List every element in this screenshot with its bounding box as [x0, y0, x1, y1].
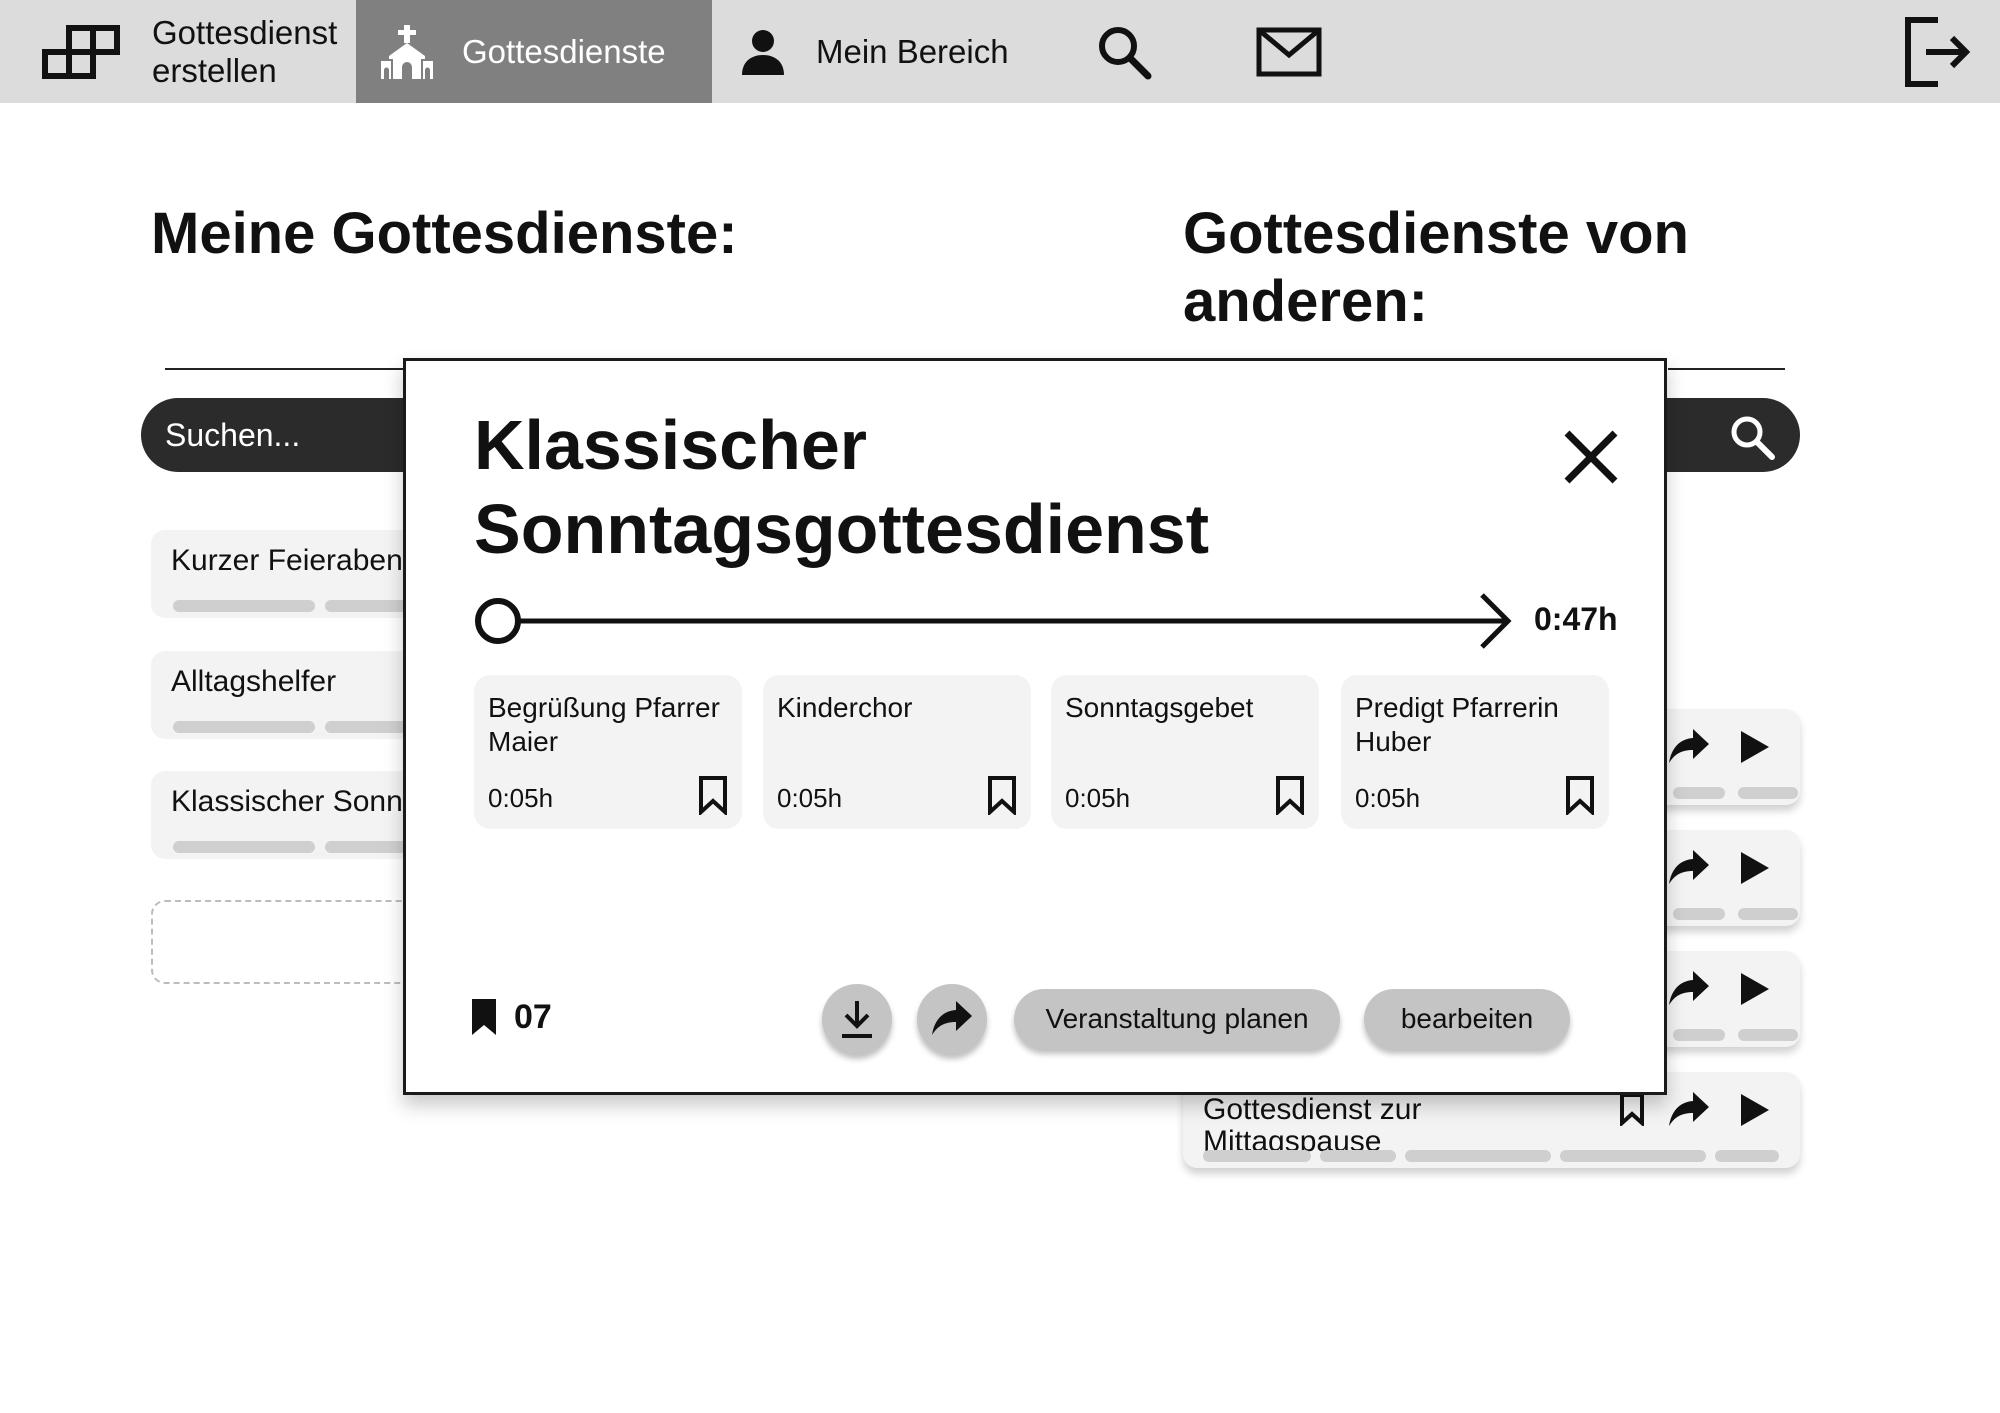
bookmark-count-value: 07 — [514, 997, 552, 1036]
service-part-card[interactable]: Kinderchor 0:05h — [763, 675, 1031, 829]
nav-create-label: Gottesdienst erstellen — [152, 14, 337, 90]
share-icon[interactable] — [1667, 1090, 1711, 1130]
logout-button[interactable] — [1900, 0, 1976, 103]
tag-placeholder — [1738, 908, 1798, 920]
bookmark-icon[interactable] — [698, 775, 728, 815]
top-navigation: Gottesdienst erstellen Gottesdienste Mei… — [0, 0, 2000, 103]
bookmark-filled-icon — [470, 997, 498, 1037]
bookmark-icon[interactable] — [1565, 775, 1595, 815]
play-icon[interactable] — [1739, 850, 1771, 886]
service-part-card[interactable]: Predigt Pfarrerin Huber 0:05h — [1341, 675, 1609, 829]
part-name: Sonntagsgebet — [1065, 692, 1254, 723]
nav-messages[interactable] — [1256, 0, 1322, 103]
tag-placeholder — [173, 841, 315, 853]
church-icon — [378, 23, 436, 81]
nav-create-label-line2: erstellen — [152, 51, 277, 89]
share-button[interactable] — [917, 984, 987, 1054]
nav-services-active[interactable]: Gottesdienste — [356, 0, 712, 103]
tag-placeholder — [1738, 787, 1798, 799]
my-services-title: Meine Gottesdienste: — [151, 201, 738, 266]
modal-title: Klassischer Sonntagsgottesdienst — [474, 406, 1210, 568]
tag-placeholder — [173, 721, 315, 733]
other-service-title: Gottesdienst zur Mittagspause — [1203, 1094, 1421, 1158]
tag-placeholder — [173, 600, 315, 612]
tag-placeholder — [1560, 1150, 1706, 1162]
my-service-title: Klassischer Sonntagsgottesdienst — [171, 785, 431, 818]
plan-event-button[interactable]: Veranstaltung planen — [1014, 989, 1340, 1049]
others-services-title: Gottesdienste von anderen: — [1183, 201, 1689, 334]
download-icon — [839, 999, 875, 1039]
my-service-title: Kurzer Feierabend — [171, 544, 420, 577]
nav-create-label-line1: Gottesdienst — [152, 13, 338, 51]
blocks-icon — [42, 24, 122, 80]
nav-my-area-label: Mein Bereich — [816, 32, 1009, 70]
my-service-card[interactable]: Kurzer Feierabend — [151, 530, 431, 618]
share-icon — [930, 999, 974, 1039]
mail-icon — [1256, 27, 1322, 77]
part-name: Kinderchor — [777, 692, 913, 723]
tag-placeholder — [1738, 1029, 1798, 1041]
tag-placeholder — [1203, 1150, 1311, 1162]
tag-placeholder — [1673, 787, 1725, 799]
add-service-placeholder[interactable] — [151, 900, 433, 984]
my-service-title: Alltagshelfer — [171, 665, 337, 698]
nav-my-area[interactable]: Mein Bereich — [740, 0, 1009, 103]
part-duration: 0:05h — [488, 783, 554, 813]
part-name: Predigt Pfarrerin Huber — [1355, 692, 1559, 757]
my-service-card[interactable]: Alltagshelfer — [151, 651, 431, 739]
service-timeline — [474, 591, 1514, 651]
play-icon[interactable] — [1739, 1092, 1771, 1128]
part-duration: 0:05h — [1065, 783, 1131, 813]
section-divider-left — [165, 368, 405, 370]
nav-create-service[interactable]: Gottesdienst erstellen — [0, 0, 356, 103]
tag-placeholder — [1405, 1150, 1551, 1162]
total-duration: 0:47h — [1534, 601, 1618, 637]
edit-button[interactable]: bearbeiten — [1364, 989, 1570, 1049]
search-icon — [1096, 24, 1152, 80]
other-service-title-line1: Gottesdienst zur — [1203, 1093, 1422, 1126]
tag-placeholder — [1320, 1150, 1396, 1162]
logout-icon — [1900, 14, 1976, 90]
service-detail-modal: Klassischer Sonntagsgottesdienst 0:47h B… — [403, 358, 1667, 1095]
search-icon[interactable] — [1728, 413, 1776, 461]
bookmark-icon[interactable] — [1619, 1092, 1645, 1126]
my-service-card[interactable]: Klassischer Sonntagsgottesdienst — [151, 771, 431, 859]
my-services-search — [141, 398, 431, 472]
download-button[interactable] — [822, 984, 892, 1054]
play-icon[interactable] — [1739, 729, 1771, 765]
tag-placeholder — [1673, 908, 1725, 920]
close-icon[interactable] — [1561, 427, 1621, 487]
play-icon[interactable] — [1739, 971, 1771, 1007]
nav-search[interactable] — [1096, 0, 1152, 103]
person-icon — [740, 29, 786, 75]
section-divider-right — [1668, 368, 1785, 370]
part-name: Begrüßung Pfarrer Maier — [488, 692, 720, 757]
bookmark-count: 07 — [470, 997, 552, 1037]
bookmark-icon[interactable] — [987, 775, 1017, 815]
tag-placeholder — [1715, 1150, 1779, 1162]
service-part-card[interactable]: Sonntagsgebet 0:05h — [1051, 675, 1319, 829]
nav-services-label: Gottesdienste — [462, 32, 666, 70]
service-part-card[interactable]: Begrüßung Pfarrer Maier 0:05h — [474, 675, 742, 829]
share-icon[interactable] — [1667, 727, 1711, 767]
share-icon[interactable] — [1667, 848, 1711, 888]
tag-placeholder — [1673, 1029, 1725, 1041]
my-services-search-input[interactable] — [165, 398, 425, 472]
part-duration: 0:05h — [777, 783, 843, 813]
others-services-search[interactable] — [1650, 398, 1800, 472]
share-icon[interactable] — [1667, 969, 1711, 1009]
bookmark-icon[interactable] — [1275, 775, 1305, 815]
part-duration: 0:05h — [1355, 783, 1421, 813]
